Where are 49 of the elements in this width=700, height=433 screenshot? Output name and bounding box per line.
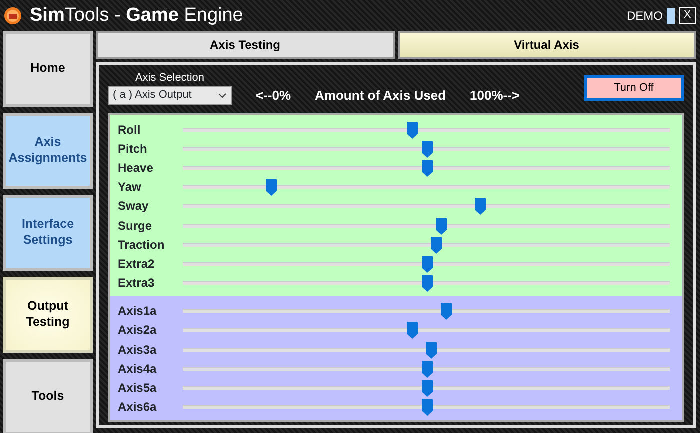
slider-thumb[interactable] [436,218,448,235]
slider-thumb[interactable] [431,236,442,254]
slider-thumb[interactable] [406,122,418,139]
slider-thumb[interactable] [266,179,277,196]
axis-label: Extra3 [118,275,156,292]
app-logo-icon [4,6,22,24]
slider-thumb[interactable] [422,380,432,398]
slider-thumb[interactable] [440,303,452,320]
axis-label: Traction [118,236,166,254]
status-indicator [667,8,675,24]
axis-label: Axis5a [118,380,158,398]
slider-thumb[interactable] [406,322,418,340]
scale-max-label: 100%--> [470,86,520,104]
tab[interactable]: Axis Testing [96,31,394,59]
slider-thumb[interactable] [422,140,432,158]
nav-button[interactable]: Axis Assignments [3,113,93,189]
caret-icon [218,92,227,98]
axis-label: Yaw [118,179,142,196]
slider-thumb[interactable] [475,198,486,216]
axis-label: Heave [118,160,154,177]
window-title: SimTools - Game Engine [30,6,244,25]
axis-label: Axis4a [118,360,158,378]
axis-dropdown[interactable]: ( a ) Axis Output [108,86,232,105]
close-button[interactable]: X [679,7,696,24]
nav-button[interactable]: Output Testing [3,277,93,353]
turn-off-button[interactable]: Turn Off [584,75,684,101]
tab[interactable]: Virtual Axis [398,31,696,59]
slider-thumb[interactable] [422,160,432,177]
nav-button[interactable]: Tools [3,359,93,433]
field-label: Axis Selection [135,70,205,86]
axis-label: Pitch [118,140,148,158]
nav-button[interactable]: Home [3,31,93,107]
axis-label: Axis6a [118,399,158,416]
axis-label: Extra2 [118,256,156,273]
slider-thumb[interactable] [422,275,432,292]
axis-label: Axis1a [118,303,158,320]
license-label: DEMO [627,8,663,24]
axis-label: Surge [118,218,154,235]
nav-button[interactable]: Interface Settings [3,195,93,271]
scale-title: Amount of Axis Used [315,86,446,104]
axis-label: Axis3a [118,342,158,359]
axis-label: Sway [118,198,150,216]
slider-thumb[interactable] [426,342,438,359]
slider-thumb[interactable] [422,256,432,273]
slider-thumb[interactable] [422,360,432,378]
axis-label: Roll [118,122,142,139]
axis-label: Axis2a [118,322,158,340]
scale-min-label: <--0% [256,86,292,104]
slider-thumb[interactable] [422,399,432,416]
